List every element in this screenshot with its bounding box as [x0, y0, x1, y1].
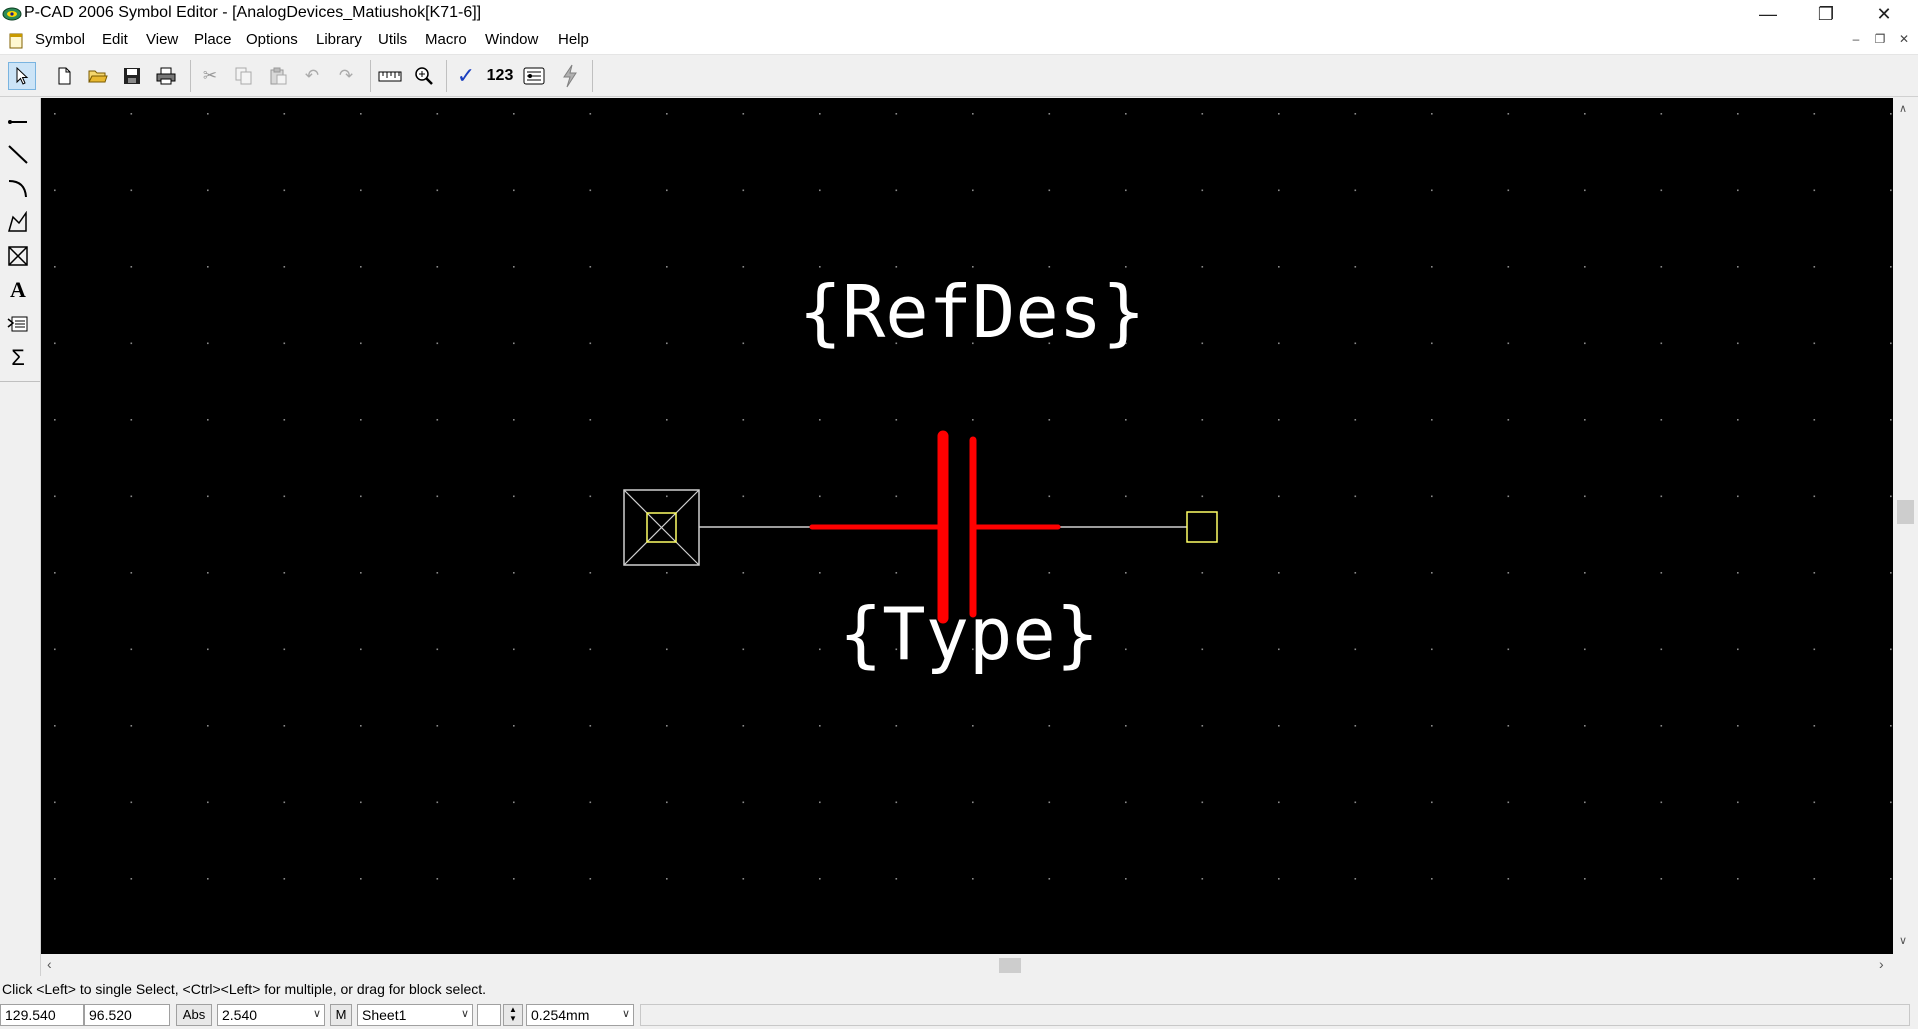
toolbar-separator [592, 60, 593, 92]
toolbar-separator [370, 60, 371, 92]
scroll-up-icon[interactable]: ∧ [1899, 102, 1907, 115]
place-field-icon[interactable]: Σ [4, 344, 32, 372]
menu-edit[interactable]: Edit [102, 31, 128, 48]
menu-symbol[interactable]: Symbol [35, 31, 85, 48]
validate-check-icon[interactable]: ✓ [452, 62, 480, 90]
menu-options[interactable]: Options [246, 31, 298, 48]
status-message: Click <Left> to single Select, <Ctrl><Le… [2, 981, 487, 997]
y-coordinate-field[interactable]: 96.520 [84, 1004, 170, 1026]
minimize-window-button[interactable]: — [1740, 0, 1796, 28]
cut-icon[interactable]: ✂ [196, 62, 224, 90]
refdes-attribute-text[interactable]: {RefDes} [799, 270, 1146, 354]
x-coordinate-field[interactable]: 129.540 [0, 1004, 84, 1026]
symbol-drawing: {RefDes} {Type} [41, 98, 1893, 954]
abs-toggle-button[interactable]: Abs [176, 1004, 212, 1026]
select-arrow-icon[interactable] [8, 62, 36, 90]
scroll-right-icon[interactable]: › [1879, 956, 1884, 972]
document-menu-icon[interactable] [8, 32, 26, 50]
menu-view[interactable]: View [146, 31, 178, 48]
layer-color-swatch[interactable] [477, 1004, 501, 1026]
restore-window-button[interactable]: ❐ [1798, 0, 1854, 28]
placement-toolbar: A Σ [0, 98, 41, 976]
mdi-close-button[interactable]: ✕ [1896, 32, 1912, 48]
toolbar-separator [0, 381, 40, 382]
mdi-minimize-button[interactable]: – [1848, 32, 1864, 48]
chevron-down-icon: ∨ [460, 1008, 469, 1020]
mode-m-button[interactable]: M [330, 1004, 352, 1026]
lightning-icon[interactable] [556, 62, 584, 90]
menu-library[interactable]: Library [316, 31, 362, 48]
vertical-scroll-thumb[interactable] [1897, 500, 1914, 524]
menu-utils[interactable]: Utils [378, 31, 407, 48]
scroll-down-icon[interactable]: ∨ [1899, 934, 1907, 947]
layer-spinner[interactable]: ▲ ▼ [503, 1004, 523, 1026]
undo-icon[interactable]: ↶ [298, 62, 326, 90]
zoom-icon[interactable] [410, 62, 438, 90]
renumber-button[interactable]: 123 [484, 62, 516, 90]
measure-ruler-icon[interactable] [376, 62, 404, 90]
paste-icon[interactable] [264, 62, 292, 90]
window-title: P-CAD 2006 Symbol Editor - [AnalogDevice… [24, 4, 482, 21]
symbol-wizard-icon[interactable] [520, 62, 548, 90]
print-icon[interactable] [152, 62, 180, 90]
place-attribute-icon[interactable] [4, 310, 32, 338]
pcad-app-icon[interactable] [2, 5, 22, 23]
place-pin-icon[interactable] [4, 108, 32, 136]
menu-macro[interactable]: Macro [425, 31, 467, 48]
sheet-value: Sheet1 [362, 1007, 407, 1023]
line-width-value: 0.254mm [531, 1007, 590, 1023]
place-text-icon[interactable]: A [4, 276, 32, 304]
place-ref-point-icon[interactable] [4, 242, 32, 270]
scroll-left-icon[interactable]: ‹ [47, 956, 52, 972]
place-arc-icon[interactable] [4, 174, 32, 202]
chevron-down-icon: ∨ [621, 1008, 630, 1020]
grid-size-select[interactable]: 2.540 ∨ [217, 1004, 325, 1026]
chevron-down-icon: ∨ [312, 1008, 321, 1020]
grid [41, 98, 1893, 954]
status-bar: 129.540 96.520 Abs 2.540 ∨ M Sheet1 ∨ ▲ ▼… [0, 1002, 1918, 1029]
type-attribute-text[interactable]: {Type} [839, 592, 1099, 676]
status-empty-panel [640, 1004, 1910, 1026]
menu-help[interactable]: Help [558, 31, 589, 48]
new-file-icon[interactable] [50, 62, 78, 90]
menu-bar: Symbol Edit View Place Options Library U… [0, 28, 1918, 55]
copy-icon[interactable] [230, 62, 258, 90]
place-polygon-icon[interactable] [4, 208, 32, 236]
redo-icon[interactable]: ↷ [332, 62, 360, 90]
menu-window[interactable]: Window [485, 31, 538, 48]
toolbar-separator [190, 60, 191, 92]
line-width-select[interactable]: 0.254mm ∨ [526, 1004, 634, 1026]
toolbar-separator [446, 60, 447, 92]
sheet-select[interactable]: Sheet1 ∨ [357, 1004, 473, 1026]
main-toolbar: ✂ ↶ ↷ ✓ 123 [0, 56, 1918, 97]
close-window-button[interactable]: ✕ [1856, 0, 1912, 28]
grid-size-value: 2.540 [222, 1007, 258, 1023]
drawing-canvas[interactable]: {RefDes} {Type} [41, 98, 1893, 954]
horizontal-scrollbar[interactable]: ‹ › [41, 954, 1893, 976]
vertical-scrollbar[interactable]: ∧ ∨ [1893, 98, 1918, 954]
menu-place[interactable]: Place [194, 31, 232, 48]
status-line: Click <Left> to single Select, <Ctrl><Le… [0, 978, 1918, 1002]
open-folder-icon[interactable] [84, 62, 112, 90]
title-bar: P-CAD 2006 Symbol Editor - [AnalogDevice… [0, 0, 1918, 28]
place-line-icon[interactable] [4, 140, 32, 168]
save-icon[interactable] [118, 62, 146, 90]
mdi-restore-button[interactable]: ❐ [1872, 32, 1888, 48]
horizontal-scroll-thumb[interactable] [999, 958, 1021, 973]
